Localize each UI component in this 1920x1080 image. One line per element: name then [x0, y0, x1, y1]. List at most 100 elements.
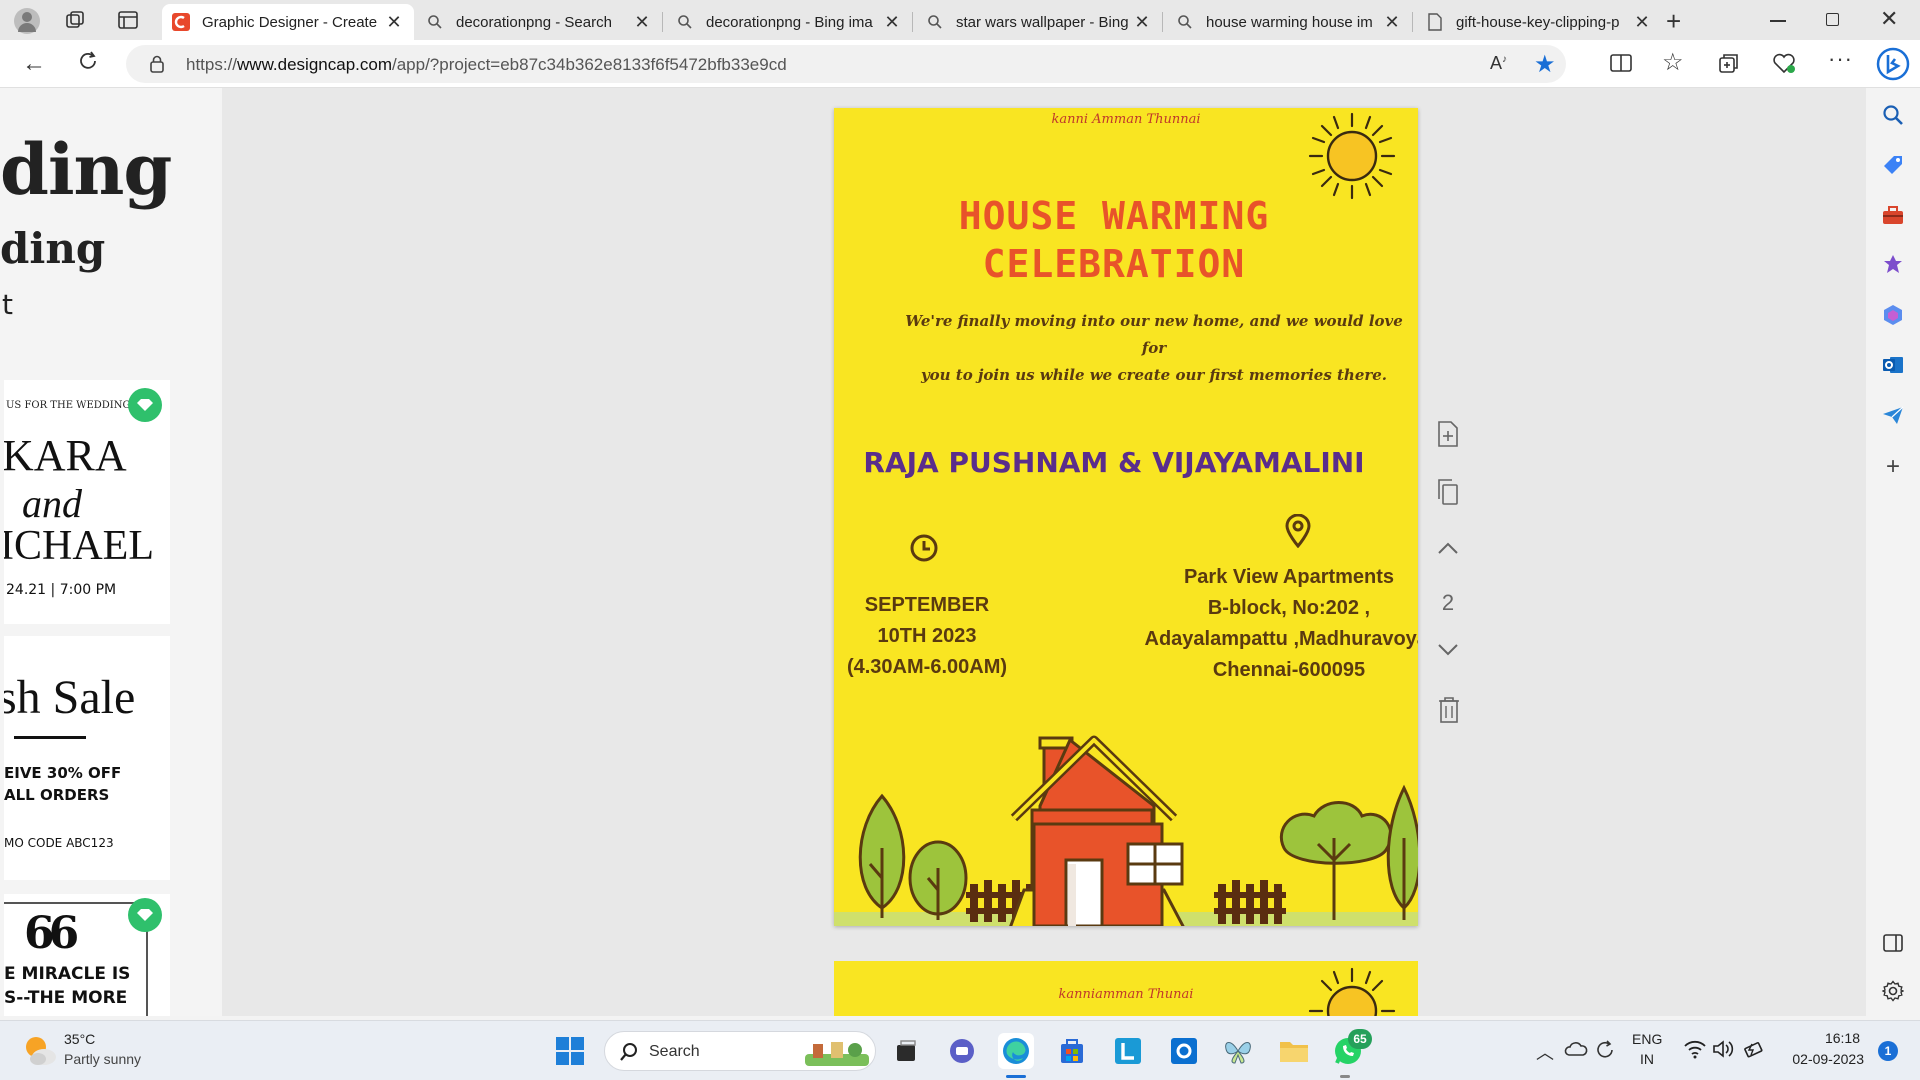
weather-desc[interactable]: Partly sunny	[64, 1051, 141, 1067]
tab-gift-house-key[interactable]: gift-house-key-clipping-p ✕	[1416, 4, 1662, 40]
tab-house-warming[interactable]: house warming house im ✕	[1166, 4, 1412, 40]
lock-icon[interactable]	[150, 55, 164, 78]
restore-button[interactable]	[1826, 13, 1839, 26]
bing-copilot-icon[interactable]	[1876, 46, 1910, 82]
outlook-app-icon[interactable]	[1166, 1033, 1202, 1069]
weather-partly-sunny-icon[interactable]	[22, 1033, 58, 1072]
volume-icon[interactable]	[1712, 1039, 1734, 1064]
panel-subheading: ding	[0, 224, 106, 273]
battery-charging-icon[interactable]	[1744, 1040, 1766, 1063]
region-indicator[interactable]: IN	[1640, 1051, 1654, 1067]
url-field[interactable]: https://www.designcap.com/app/?project=e…	[126, 45, 1566, 83]
close-icon[interactable]: ✕	[384, 12, 404, 33]
teams-chat-icon[interactable]	[944, 1033, 980, 1069]
notification-badge[interactable]: 1	[1878, 1041, 1898, 1061]
shopping-tag-icon[interactable]	[1880, 152, 1906, 178]
browser-essentials-icon[interactable]	[1772, 52, 1796, 79]
settings-gear-icon[interactable]	[1880, 978, 1906, 1004]
search-icon	[676, 13, 694, 31]
active-indicator	[1006, 1075, 1026, 1078]
clock-time[interactable]: 16:18	[1800, 1030, 1860, 1046]
profile-avatar-icon[interactable]	[14, 8, 40, 34]
add-page-icon[interactable]	[1436, 420, 1460, 453]
template-card-flash-sale[interactable]: sh Sale EIVE 30% OFF ALL ORDERS MO CODE …	[4, 636, 170, 880]
delete-page-icon[interactable]	[1438, 696, 1460, 729]
duplicate-page-icon[interactable]	[1436, 478, 1460, 511]
back-arrow-icon[interactable]: ←	[22, 50, 46, 78]
tab-graphic-designer[interactable]: Graphic Designer - Create ✕	[162, 4, 414, 40]
butterfly-app-icon[interactable]	[1220, 1033, 1256, 1069]
sync-icon[interactable]	[1594, 1039, 1616, 1066]
search-icon[interactable]	[1880, 102, 1906, 128]
split-screen-icon[interactable]	[1610, 53, 1632, 78]
onedrive-cloud-icon[interactable]	[1564, 1041, 1588, 1062]
outlook-icon[interactable]	[1880, 352, 1906, 378]
file-explorer-icon[interactable]	[1276, 1033, 1312, 1069]
edge-browser-icon[interactable]	[998, 1033, 1034, 1069]
search-icon	[1176, 13, 1194, 31]
favorites-icon[interactable]: ☆	[1662, 48, 1684, 77]
favorite-star-icon[interactable]: ★	[1534, 50, 1556, 79]
poster-page-2[interactable]: kanni Amman Thunnai HOUSE WARMING CELEBR…	[834, 108, 1418, 926]
read-aloud-icon[interactable]: A♪	[1490, 53, 1507, 74]
clock-date[interactable]: 02-09-2023	[1780, 1051, 1864, 1067]
search-placeholder: Search	[649, 1043, 700, 1060]
tools-icon[interactable]	[1880, 202, 1906, 228]
close-icon[interactable]: ✕	[1382, 12, 1402, 33]
tab-label: house warming house im	[1206, 13, 1373, 31]
taskbar-search-box[interactable]: Search	[604, 1031, 876, 1071]
microsoft-store-icon[interactable]	[1054, 1033, 1090, 1069]
card-text: ALL ORDERS	[4, 786, 110, 804]
card-text: US FOR THE WEDDING	[6, 400, 131, 411]
close-icon[interactable]: ✕	[632, 12, 652, 33]
more-options-icon[interactable]: ···	[1828, 46, 1853, 72]
close-icon[interactable]: ✕	[1632, 12, 1652, 33]
microsoft-365-icon[interactable]	[1880, 302, 1906, 328]
send-icon[interactable]	[1880, 402, 1906, 428]
minimize-button[interactable]	[1770, 20, 1786, 22]
close-icon[interactable]: ✕	[1132, 12, 1152, 33]
running-indicator	[1340, 1075, 1350, 1078]
refresh-icon[interactable]	[77, 50, 99, 77]
move-up-icon[interactable]	[1436, 540, 1460, 561]
move-down-icon[interactable]	[1436, 642, 1460, 663]
url-prefix: https://	[186, 55, 238, 74]
close-icon[interactable]: ✕	[882, 12, 902, 33]
task-view-icon[interactable]	[888, 1033, 924, 1069]
l-app-icon[interactable]	[1110, 1033, 1146, 1069]
window-close-button[interactable]: ✕	[1880, 6, 1898, 32]
url-text[interactable]: https://www.designcap.com/app/?project=e…	[186, 55, 787, 75]
poster-page-3[interactable]: kanniamman Thunai	[834, 961, 1418, 1016]
premium-diamond-icon	[128, 388, 162, 422]
panel-heading: ding	[0, 128, 172, 211]
language-indicator[interactable]: ENG	[1632, 1031, 1662, 1047]
wifi-icon[interactable]	[1684, 1039, 1706, 1064]
house-lower-illustration	[1032, 784, 1418, 926]
sidebar-toggle-icon[interactable]	[1880, 930, 1906, 956]
tab-label: star wars wallpaper - Bing	[956, 13, 1129, 31]
design-canvas: kanni Amman Thunnai HOUSE WARMING CELEBR…	[222, 88, 1866, 1016]
workspaces-icon[interactable]	[64, 9, 86, 36]
search-icon	[926, 13, 944, 31]
card-text: KARA	[4, 431, 127, 480]
tab-decorationpng-search[interactable]: decorationpng - Search ✕	[416, 4, 662, 40]
url-path: /app/?project=eb87c34b362e8133f6f5472bfb…	[392, 55, 787, 74]
card-text: 24.21 | 7:00 PM	[6, 582, 117, 598]
panel-text: t	[2, 288, 13, 321]
tab-decorationpng-bing[interactable]: decorationpng - Bing ima ✕	[666, 4, 912, 40]
chevron-up-icon[interactable]: ︿	[1536, 1039, 1554, 1065]
card-text: MO CODE ABC123	[4, 836, 114, 850]
tab-actions-icon[interactable]	[117, 9, 139, 36]
games-icon[interactable]	[1880, 252, 1906, 278]
tab-label: gift-house-key-clipping-p	[1456, 13, 1620, 31]
windows-start-icon[interactable]	[552, 1033, 588, 1069]
collections-icon[interactable]	[1718, 52, 1740, 79]
weather-temp[interactable]: 35°C	[64, 1031, 95, 1047]
add-icon[interactable]: +	[1880, 453, 1906, 480]
card-text: EIVE 30% OFF	[4, 764, 122, 782]
tab-star-wars[interactable]: star wars wallpaper - Bing ✕	[916, 4, 1162, 40]
page-number: 2	[1441, 590, 1455, 615]
document-icon	[1426, 13, 1444, 31]
new-tab-button[interactable]: +	[1666, 6, 1681, 37]
edge-sidebar: +	[1866, 88, 1920, 1016]
